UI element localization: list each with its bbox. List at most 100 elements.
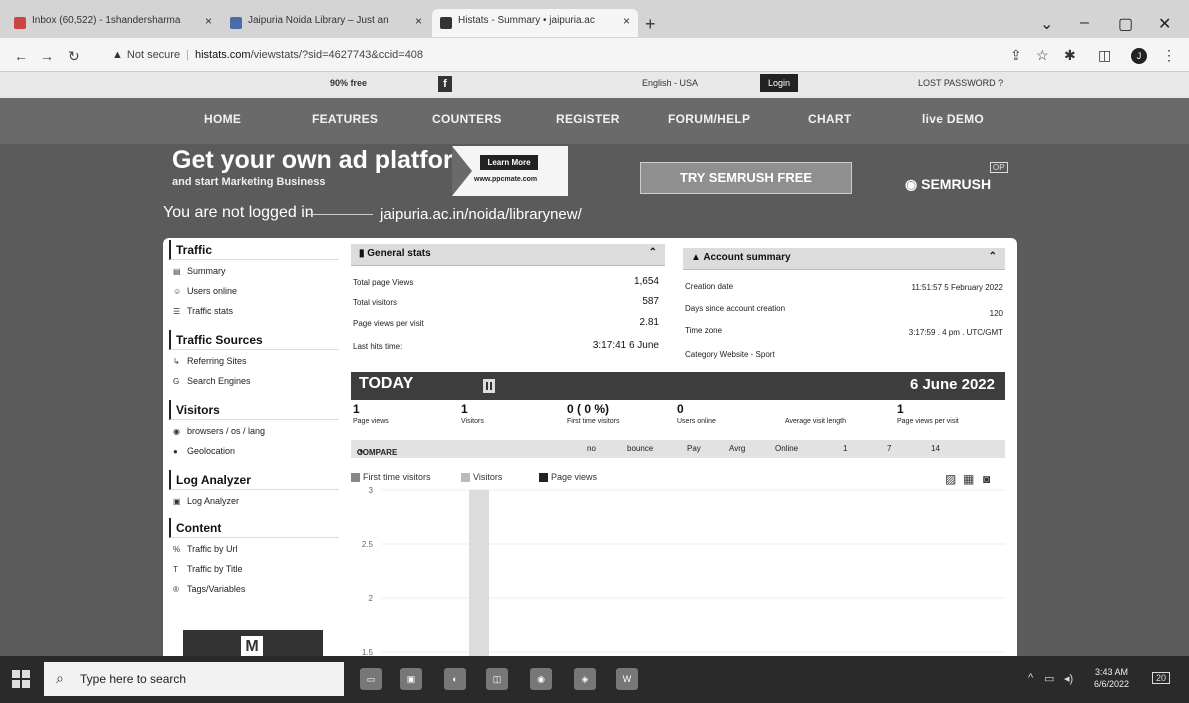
store-icon[interactable]: ▣	[400, 668, 422, 690]
sidebar-item-search-engines[interactable]: G Search Engines	[173, 376, 251, 386]
tab-inbox[interactable]: Inbox (60,522) - 1shandersharma ×	[6, 9, 220, 37]
sidebar-item-users-online[interactable]: ☺ Users online	[173, 286, 237, 296]
link-icon: ↳	[173, 357, 180, 366]
nav-live-demo[interactable]: live DEMO	[922, 112, 984, 126]
office-icon[interactable]: ◫	[486, 668, 508, 690]
sidebar-item-label: browsers / os / lang	[187, 426, 266, 436]
windows-start-icon[interactable]	[12, 670, 30, 688]
nav-register[interactable]: REGISTER	[556, 112, 620, 126]
nav-counters[interactable]: COUNTERS	[432, 112, 502, 126]
learn-more-button[interactable]: Learn More	[480, 155, 538, 170]
chevron-down-icon[interactable]: ⌄	[1040, 14, 1053, 34]
compare-bar: ⟳ COMPARE no bounce Pay Avrg Online 1 7 …	[351, 440, 1005, 458]
back-icon[interactable]: ←	[14, 48, 28, 64]
tab-library[interactable]: Jaipuria Noida Library – Just an ×	[222, 9, 430, 37]
tab-histats[interactable]: Histats - Summary • jaipuria.ac ×	[432, 9, 638, 37]
sidebar-icon[interactable]: ◫	[1098, 47, 1111, 64]
chevron-up-icon[interactable]: ⌃	[649, 247, 657, 258]
extensions-icon[interactable]: ✱	[1064, 47, 1076, 64]
notification-badge[interactable]: 20	[1152, 672, 1171, 684]
legend-page-views[interactable]: Page views	[539, 472, 597, 483]
stat-caption: First time visitors	[567, 418, 620, 425]
legend-swatch	[539, 473, 548, 483]
url-field[interactable]: ▲ Not secure | histats.com/viewstats/?sid=4…	[112, 49, 423, 61]
sidebar-item-traffic-by-title[interactable]: T Traffic by Title	[173, 564, 243, 574]
pause-icon[interactable]	[483, 379, 495, 393]
profile-avatar[interactable]: J	[1131, 48, 1147, 64]
site-icon	[230, 17, 242, 29]
share-icon[interactable]: ⇪	[1010, 47, 1022, 64]
star-icon[interactable]: ☆	[1036, 47, 1049, 64]
nav-home[interactable]: HOME	[204, 112, 241, 126]
sidebar-item-browsers[interactable]: ◉ browsers / os / lang	[173, 426, 265, 436]
compare-option-7[interactable]: 7	[887, 444, 891, 453]
image-icon[interactable]: ▨	[945, 472, 956, 486]
sidebar-item-geolocation[interactable]: ● Geolocation	[173, 446, 235, 456]
taskbar-search[interactable]: ⌕ Type here to search	[44, 662, 344, 696]
minimize-button[interactable]: –	[1080, 14, 1089, 32]
compare-option-no[interactable]: no	[587, 444, 596, 453]
compare-option-14[interactable]: 14	[931, 444, 940, 453]
browser-icon: ◉	[173, 427, 180, 436]
sidebar-item-summary[interactable]: ▤ Summary	[173, 266, 226, 276]
edge-icon[interactable]: ◐	[444, 668, 466, 690]
app-icon[interactable]: ◈	[574, 668, 596, 690]
chevron-up-icon[interactable]: ⌃	[989, 251, 997, 262]
facebook-icon[interactable]: f	[438, 76, 452, 92]
forward-icon[interactable]: →	[40, 48, 54, 64]
general-stats-header[interactable]: ▮ General stats ⌃	[351, 244, 665, 266]
word-icon[interactable]: W	[616, 668, 638, 690]
card-title: General stats	[367, 248, 431, 259]
compare-option-online[interactable]: Online	[775, 444, 798, 453]
stat-label: Total page Views	[353, 278, 414, 287]
legend-first-time[interactable]: First time visitors	[351, 472, 431, 483]
menu-icon[interactable]: ⋮	[1162, 47, 1176, 64]
sidebar-item-tags-variables[interactable]: ® Tags/Variables	[173, 584, 245, 594]
camera-icon[interactable]: ◙	[983, 472, 990, 486]
network-icon[interactable]: ▭	[1044, 672, 1054, 685]
ad-box[interactable]: Learn More www.ppcmate.com	[452, 146, 568, 196]
menu-logo[interactable]: M	[183, 630, 323, 656]
close-icon[interactable]: ×	[623, 14, 630, 28]
clock[interactable]: 3:43 AM 6/6/2022	[1094, 666, 1129, 690]
compare-option-avrg[interactable]: Avrg	[729, 444, 745, 453]
new-tab-button[interactable]: +	[645, 14, 656, 35]
stat-caption: Page views per visit	[897, 418, 959, 425]
account-label: Time zone	[685, 326, 723, 335]
sidebar-item-traffic-by-url[interactable]: % Traffic by Url	[173, 544, 238, 554]
maximize-button[interactable]: ▢	[1118, 14, 1133, 34]
legend-label: Visitors	[473, 472, 503, 482]
compare-option-pay[interactable]: Pay	[687, 444, 701, 453]
sidebar-item-referring-sites[interactable]: ↳ Referring Sites	[173, 356, 247, 366]
sidebar-item-label: Referring Sites	[187, 356, 247, 366]
close-icon[interactable]: ×	[205, 14, 212, 28]
volume-icon[interactable]: ◂)	[1064, 672, 1073, 685]
nav-chart[interactable]: CHART	[808, 112, 852, 126]
stat-caption: Page views	[353, 418, 389, 425]
chrome-icon[interactable]: ◉	[530, 668, 552, 690]
stat-number: 1	[461, 402, 468, 416]
language-select[interactable]: English - USA	[642, 78, 698, 88]
tray-chevron-icon[interactable]: ^	[1028, 672, 1033, 684]
stat-number: 0 ( 0 %)	[567, 402, 610, 416]
close-icon[interactable]: ×	[415, 14, 422, 28]
close-window-button[interactable]: ✕	[1158, 14, 1171, 34]
compare-option-bounce[interactable]: bounce	[627, 444, 653, 453]
lost-password-link[interactable]: LOST PASSWORD ?	[918, 78, 1003, 88]
sidebar-item-traffic-stats[interactable]: ☰ Traffic stats	[173, 306, 233, 316]
chart-image-icon[interactable]: ▦	[963, 472, 974, 486]
compare-option-1[interactable]: 1	[843, 444, 847, 453]
sidebar-section-traffic-sources: Traffic Sources	[169, 330, 339, 350]
semrush-button[interactable]: TRY SEMRUSH FREE	[640, 162, 852, 194]
nav-features[interactable]: FEATURES	[312, 112, 378, 126]
login-button[interactable]: Login	[760, 74, 798, 92]
task-view-icon[interactable]: ▭	[360, 668, 382, 690]
m-logo-icon: M	[241, 636, 263, 656]
warning-icon: ▲	[112, 49, 123, 61]
legend-visitors[interactable]: Visitors	[461, 472, 503, 483]
sidebar-item-log-analyzer[interactable]: ▣ Log Analyzer	[173, 496, 239, 506]
ad-title[interactable]: Get your own ad platform	[172, 146, 475, 175]
account-summary-header[interactable]: ▲ Account summary ⌃	[683, 248, 1005, 270]
reload-icon[interactable]: ↻	[68, 48, 80, 65]
nav-forum-help[interactable]: FORUM/HELP	[668, 112, 750, 126]
